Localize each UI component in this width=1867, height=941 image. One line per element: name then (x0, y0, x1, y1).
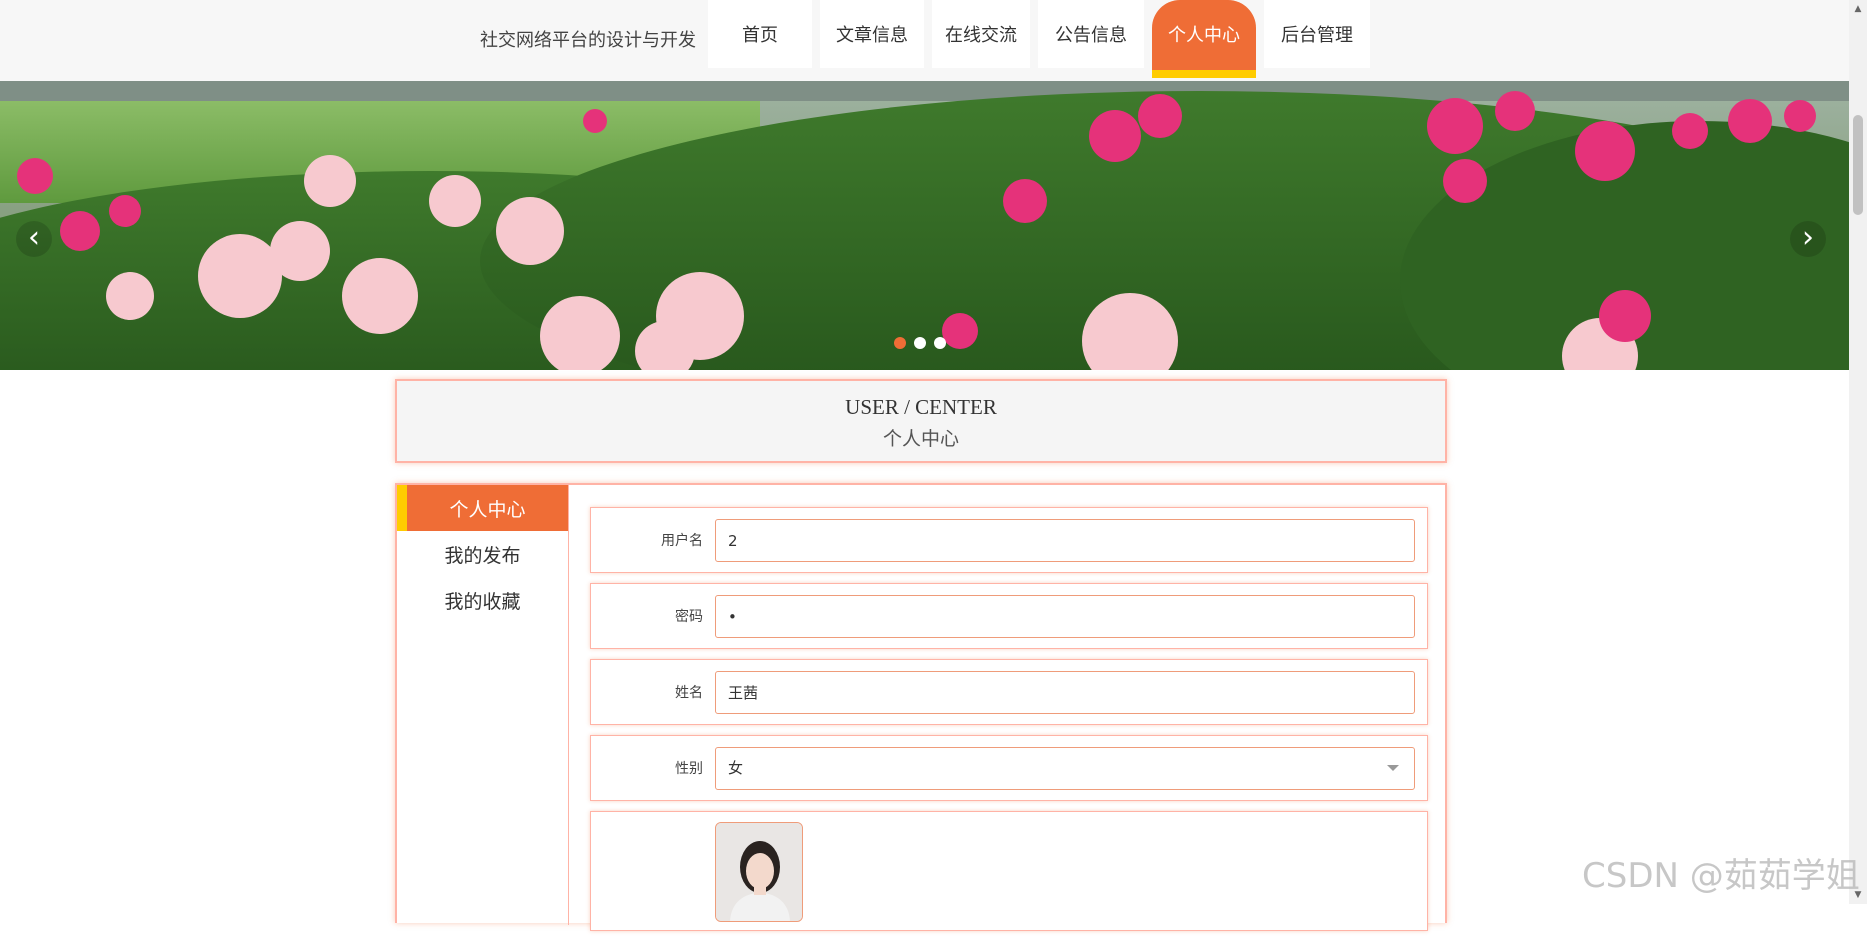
username-input[interactable] (715, 519, 1415, 562)
chevron-down-icon (1387, 765, 1399, 771)
sidebar: 个人中心 我的发布 我的收藏 (397, 485, 569, 925)
banner-image (0, 81, 1849, 370)
watermark: CSDN @茹茹学姐 (1582, 856, 1860, 896)
sidebar-item-my-posts[interactable]: 我的发布 (397, 531, 568, 577)
form-row-avatar (590, 811, 1428, 931)
sidebar-item-user-center[interactable]: 个人中心 (397, 485, 568, 531)
carousel-indicators (894, 337, 946, 349)
top-navbar: 社交网络平台的设计与开发 首页 文章信息 在线交流 公告信息 个人中心 后台管理 (0, 0, 1849, 81)
scroll-thumb[interactable] (1853, 115, 1863, 215)
chevron-left-icon: ‹ (28, 220, 40, 255)
name-input[interactable] (715, 671, 1415, 714)
page-scrollbar[interactable]: ▲ ▼ (1849, 0, 1867, 904)
form-row-password: 密码 (590, 583, 1428, 649)
nav-home[interactable]: 首页 (708, 0, 812, 68)
form-row-username: 用户名 (590, 507, 1428, 573)
avatar-image (716, 823, 802, 921)
nav-user-center[interactable]: 个人中心 (1152, 0, 1256, 78)
form-row-gender: 性别 女 (590, 735, 1428, 801)
banner-carousel: ‹ › (0, 81, 1849, 370)
user-center-panel: 个人中心 我的发布 我的收藏 用户名 密码 姓名 性别 女 (395, 483, 1447, 931)
nav-online-chat[interactable]: 在线交流 (932, 0, 1030, 68)
carousel-dot-2[interactable] (914, 337, 926, 349)
avatar-upload[interactable] (715, 822, 803, 922)
section-title-cn: 个人中心 (882, 428, 959, 450)
section-header: USER / CENTER 个人中心 (395, 379, 1447, 463)
carousel-next-button[interactable]: › (1790, 221, 1826, 257)
name-label: 姓名 (675, 685, 703, 701)
gender-select-value: 女 (728, 759, 744, 777)
gender-label: 性别 (675, 761, 703, 777)
scroll-up-icon[interactable]: ▲ (1852, 3, 1864, 15)
nav-admin[interactable]: 后台管理 (1264, 0, 1370, 68)
form-row-name: 姓名 (590, 659, 1428, 725)
carousel-dot-3[interactable] (934, 337, 946, 349)
password-label: 密码 (675, 609, 703, 625)
site-title: 社交网络平台的设计与开发 (480, 30, 696, 51)
username-label: 用户名 (661, 533, 703, 549)
carousel-prev-button[interactable]: ‹ (16, 221, 52, 257)
nav-announcements[interactable]: 公告信息 (1038, 0, 1144, 68)
section-title-en: USER / CENTER (845, 395, 997, 419)
avatar-label (591, 812, 703, 878)
gender-select[interactable]: 女 (715, 747, 1415, 790)
carousel-dot-1[interactable] (894, 337, 906, 349)
profile-form: 用户名 密码 姓名 性别 女 (590, 507, 1428, 941)
sidebar-item-my-favorites[interactable]: 我的收藏 (397, 577, 568, 623)
chevron-right-icon: › (1802, 220, 1814, 255)
main-nav: 首页 文章信息 在线交流 公告信息 个人中心 后台管理 (708, 0, 1378, 78)
nav-articles[interactable]: 文章信息 (820, 0, 924, 68)
password-input[interactable] (715, 595, 1415, 638)
